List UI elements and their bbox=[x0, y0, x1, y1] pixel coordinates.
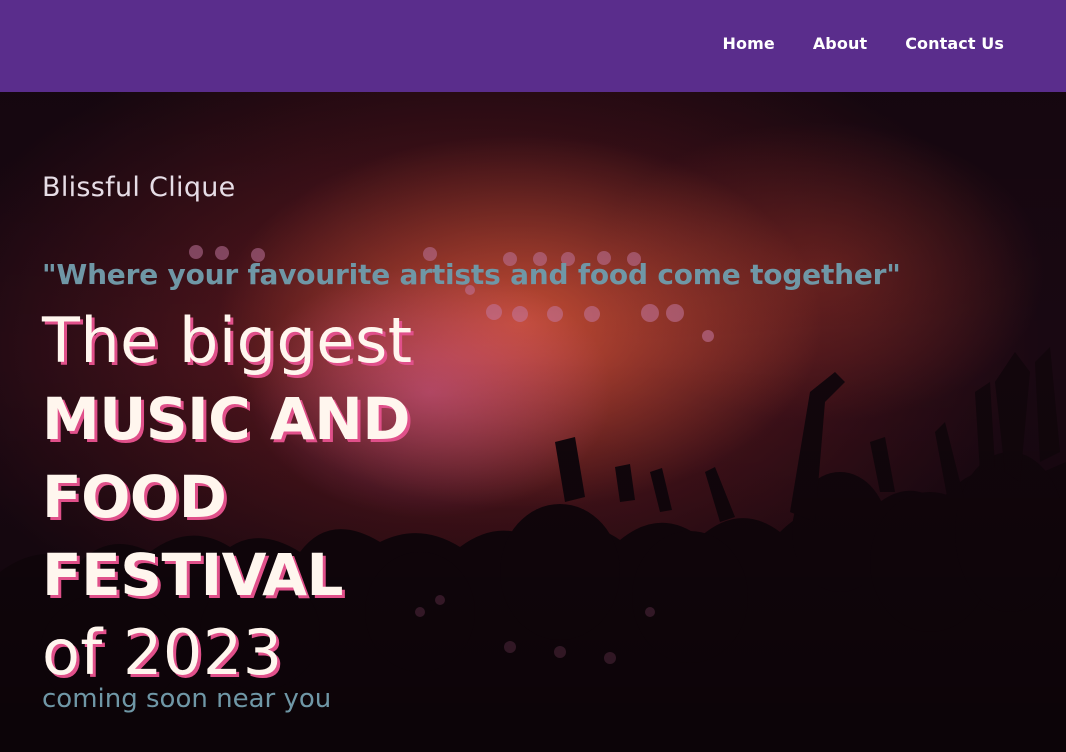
nav-about-link[interactable]: About bbox=[813, 34, 867, 53]
headline-line-4: FESTIVAL bbox=[42, 541, 343, 609]
headline-line-2: MUSIC AND bbox=[42, 385, 410, 453]
brand-name: Blissful Clique bbox=[42, 172, 236, 203]
headline-line-1: The biggest bbox=[42, 304, 413, 377]
headline-line-3: FOOD bbox=[42, 463, 227, 531]
coming-soon-text: coming soon near you bbox=[42, 684, 332, 714]
nav-home-link[interactable]: Home bbox=[723, 34, 775, 53]
hero-section: Blissful Clique "Where your favourite ar… bbox=[0, 92, 1066, 752]
hero-headline: The biggest MUSIC AND FOOD FESTIVAL of 2… bbox=[42, 302, 413, 692]
page: Home About Contact Us Blissful Clique "W… bbox=[0, 0, 1066, 752]
nav-links: Home About Contact Us bbox=[723, 34, 1004, 53]
tagline: "Where your favourite artists and food c… bbox=[42, 258, 901, 291]
nav-contact-link[interactable]: Contact Us bbox=[905, 34, 1004, 53]
top-navbar: Home About Contact Us bbox=[0, 0, 1066, 92]
headline-line-5: of 2023 bbox=[42, 616, 283, 689]
